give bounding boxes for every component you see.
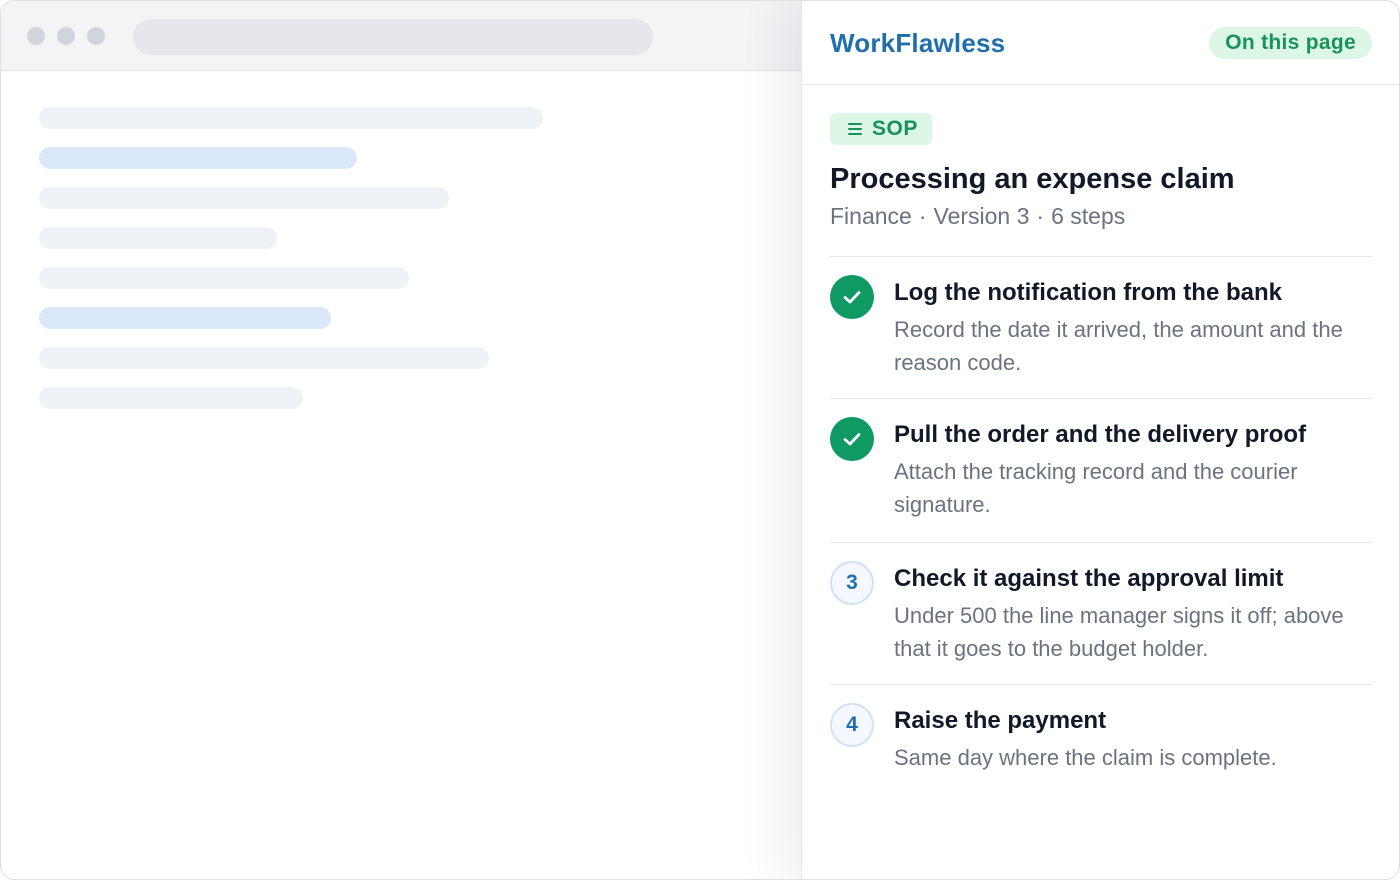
skeleton-link-line — [39, 307, 331, 329]
meta-version: Version 3 — [933, 203, 1030, 229]
procedure-title: Processing an expense claim — [830, 163, 1235, 195]
step-title: Raise the payment — [894, 707, 1107, 734]
list-icon — [848, 123, 862, 135]
skeleton-line — [39, 187, 449, 209]
procedure-meta: Finance · Version 3 · 6 steps — [830, 203, 1125, 230]
step-description: Attach the tracking record and the couri… — [894, 459, 1298, 517]
app-window: WorkFlawless On this page SOP Processing… — [0, 0, 1400, 880]
brand-logo: WorkFlawless — [830, 28, 1006, 58]
step-complete-marker — [830, 275, 874, 319]
browser-toolbar — [1, 1, 801, 71]
window-zoom-dot[interactable] — [87, 27, 105, 45]
divider — [830, 398, 1372, 399]
on-this-page-button[interactable]: On this page — [1209, 27, 1372, 59]
skeleton-line — [39, 347, 489, 369]
meta-step-count: 6 steps — [1051, 203, 1126, 229]
step-title: Check it against the approval limit — [894, 565, 1284, 592]
doc-type-label: SOP — [872, 117, 918, 140]
skeleton-line — [39, 387, 303, 409]
address-bar[interactable] — [133, 19, 653, 55]
skeleton-line — [39, 227, 277, 249]
window-close-dot[interactable] — [27, 27, 45, 45]
skeleton-line — [39, 107, 543, 129]
doc-type-badge: SOP — [830, 113, 932, 145]
step-description: Under 500 the line manager signs it off;… — [894, 603, 1344, 661]
step-description: Record the date it arrived, the amount a… — [894, 317, 1343, 375]
meta-separator: · — [918, 203, 927, 229]
check-icon — [843, 291, 861, 304]
step-title: Pull the order and the delivery proof — [894, 421, 1307, 448]
step-title: Log the notification from the bank — [894, 279, 1282, 306]
page-content-skeleton — [1, 71, 801, 879]
step-number-marker: 3 — [830, 561, 874, 605]
sop-side-panel: WorkFlawless On this page SOP Processing… — [801, 1, 1399, 879]
skeleton-line — [39, 267, 409, 289]
check-icon — [843, 433, 861, 446]
divider — [830, 542, 1372, 543]
step-description: Same day where the claim is complete. — [894, 745, 1277, 770]
step-complete-marker — [830, 417, 874, 461]
divider — [830, 256, 1372, 257]
meta-department: Finance — [830, 203, 912, 229]
divider — [830, 684, 1372, 685]
skeleton-link-line — [39, 147, 357, 169]
window-minimize-dot[interactable] — [57, 27, 75, 45]
step-number-marker: 4 — [830, 703, 874, 747]
meta-separator: · — [1036, 203, 1045, 229]
panel-header: WorkFlawless On this page — [802, 1, 1399, 85]
